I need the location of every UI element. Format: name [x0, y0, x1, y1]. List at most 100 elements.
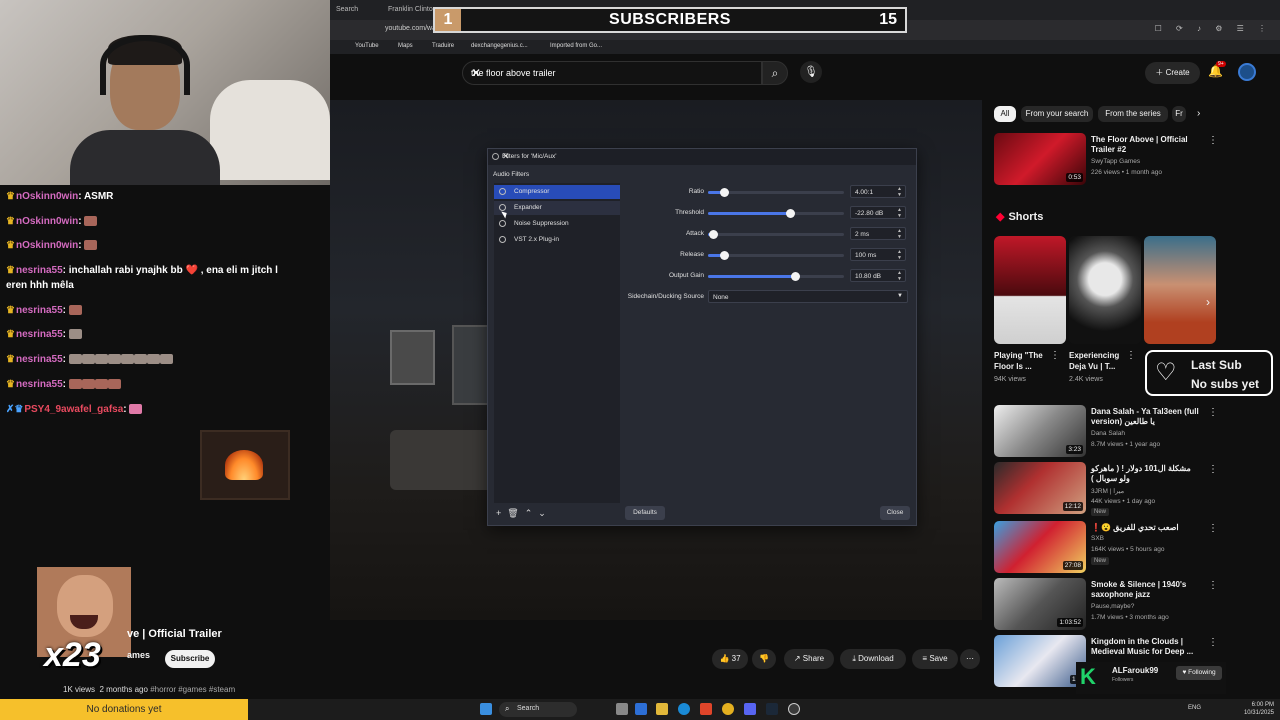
defaults-button[interactable]: Defaults: [625, 506, 665, 520]
spin-arrows-icon[interactable]: ▲ ▼: [897, 270, 902, 282]
dislike-button[interactable]: 👎: [752, 649, 776, 669]
browser-toolbar-icons[interactable]: ☐ ⟳ ♪ ⚙ ☰ ⋮: [1155, 24, 1272, 33]
more-icon[interactable]: ⋮: [1126, 350, 1136, 361]
short-thumbnail-1[interactable]: [994, 236, 1066, 344]
more-icon[interactable]: ⋮: [1050, 350, 1060, 361]
video-thumbnail[interactable]: 1:3: [994, 635, 1086, 687]
tab-franklin[interactable]: Franklin Clinton: [388, 6, 437, 13]
like-button[interactable]: 👍 37: [712, 649, 748, 669]
output-gain-slider[interactable]: [708, 272, 844, 281]
more-actions-button[interactable]: ⋯: [960, 649, 980, 669]
ratio-slider[interactable]: [708, 188, 844, 197]
output-gain-spinbox[interactable]: 10.80 dB ▲ ▼: [850, 269, 906, 282]
more-icon[interactable]: ⋮: [1208, 637, 1218, 648]
system-clock[interactable]: 6:00 PM 10/31/2025: [1244, 701, 1274, 717]
slider-thumb[interactable]: [785, 209, 795, 218]
rec-title[interactable]: The Floor Above | Official Trailer #2: [1091, 135, 1203, 155]
bookmark-maps[interactable]: Maps: [398, 43, 413, 49]
eye-icon[interactable]: [499, 236, 506, 243]
rec-channel[interactable]: Pause,maybe?: [1091, 603, 1134, 610]
rec-channel[interactable]: SXB: [1091, 535, 1104, 542]
recommendation-item[interactable]: 3:23 Dana Salah - Ya Tal3een (full versi…: [994, 405, 1274, 460]
spin-arrows-icon[interactable]: ▲ ▼: [897, 207, 902, 219]
move-up-icon[interactable]: ⌃: [525, 508, 539, 518]
add-filter-icon[interactable]: +: [496, 508, 507, 518]
eye-icon[interactable]: [499, 188, 506, 195]
obs-taskbar-icon[interactable]: [788, 703, 800, 715]
bookmark-traduire[interactable]: Traduire: [432, 43, 454, 49]
slider-thumb[interactable]: [709, 230, 719, 239]
sidechain-select[interactable]: None ▼: [708, 290, 908, 303]
delete-filter-icon[interactable]: 🗑: [507, 508, 524, 518]
bookmark-imported[interactable]: Imported from Go...: [550, 43, 602, 49]
chip-from-search[interactable]: From your search: [1021, 106, 1093, 122]
spin-arrows-icon[interactable]: ▲ ▼: [897, 249, 902, 261]
tab-search[interactable]: Search: [336, 6, 358, 13]
video-thumbnail[interactable]: 1:03:52: [994, 578, 1086, 630]
rec-channel[interactable]: SwyTapp Games: [1091, 158, 1140, 165]
bookmark-youtube[interactable]: YouTube: [355, 43, 379, 49]
download-button[interactable]: ⤓ Download: [840, 649, 906, 669]
save-button[interactable]: ≡ Save: [912, 649, 958, 669]
rec-title[interactable]: ❗😮 اصعب تحدي للفريق: [1091, 523, 1203, 533]
attack-slider[interactable]: [708, 230, 844, 239]
chevron-right-icon[interactable]: ›: [1197, 108, 1200, 119]
clear-search-icon[interactable]: ✕: [471, 66, 755, 80]
file-explorer-icon[interactable]: [656, 703, 668, 715]
slider-thumb[interactable]: [791, 272, 801, 281]
filter-item-vst[interactable]: VST 2.x Plug-in: [494, 233, 620, 247]
recommendation-item[interactable]: 12:12 مشكلة ال101 دولار ! ( ماهركو ولو س…: [994, 462, 1274, 517]
rec-title[interactable]: Smoke & Silence | 1940's saxophone jazz: [1091, 580, 1203, 600]
spin-arrows-icon[interactable]: ▲ ▼: [897, 186, 902, 198]
filter-item-expander[interactable]: Expander: [494, 201, 620, 215]
notifications-button[interactable]: 🔔 9+: [1208, 61, 1226, 78]
recommendation-item[interactable]: 27:08 ❗😮 اصعب تحدي للفريق SXB 164K views…: [994, 521, 1274, 576]
release-slider[interactable]: [708, 251, 844, 260]
close-button[interactable]: Close: [880, 506, 910, 520]
video-thumbnail[interactable]: 27:08: [994, 521, 1086, 573]
short-thumbnail-3[interactable]: [1144, 236, 1216, 344]
threshold-slider[interactable]: [708, 209, 844, 218]
video-thumbnail[interactable]: 3:23: [994, 405, 1086, 457]
windows-start-icon[interactable]: [480, 703, 492, 715]
more-icon[interactable]: ⋮: [1208, 407, 1218, 418]
chip-more[interactable]: Fr: [1172, 106, 1186, 122]
more-icon[interactable]: ⋮: [1208, 135, 1218, 146]
copilot-icon[interactable]: [635, 703, 647, 715]
chip-all[interactable]: All: [994, 106, 1016, 122]
eye-icon[interactable]: [499, 220, 506, 227]
following-button[interactable]: ♥ Following: [1176, 666, 1222, 680]
brave-icon[interactable]: [700, 703, 712, 715]
spin-arrows-icon[interactable]: ▲ ▼: [897, 228, 902, 240]
bookmark-dexchange[interactable]: dexchangegenius.c...: [471, 43, 528, 49]
recommendation-item[interactable]: 0:53 The Floor Above | Official Trailer …: [994, 133, 1274, 188]
steam-icon[interactable]: [766, 703, 778, 715]
subscribe-button[interactable]: Subscribe: [165, 650, 215, 668]
slider-thumb[interactable]: [720, 251, 730, 260]
edge-icon[interactable]: [678, 703, 690, 715]
rec-channel[interactable]: 3JRM | ميرا: [1091, 487, 1124, 495]
more-icon[interactable]: ⋮: [1208, 464, 1218, 475]
more-icon[interactable]: ⋮: [1208, 580, 1218, 591]
search-input[interactable]: the floor above trailer ✕: [462, 61, 762, 85]
short-thumbnail-2[interactable]: [1069, 236, 1141, 344]
voice-search-button[interactable]: 🎙: [800, 61, 822, 83]
rec-title[interactable]: Kingdom in the Clouds | Medieval Music f…: [1091, 637, 1203, 657]
share-button[interactable]: ↗ Share: [784, 649, 834, 669]
video-thumbnail[interactable]: 12:12: [994, 462, 1086, 514]
slider-thumb[interactable]: [720, 188, 730, 197]
search-button[interactable]: ⌕: [762, 61, 788, 85]
task-view-icon[interactable]: [616, 703, 628, 715]
threshold-spinbox[interactable]: -22.80 dB ▲ ▼: [850, 206, 906, 219]
account-avatar[interactable]: [1238, 63, 1256, 81]
taskbar-search[interactable]: ⌕ Search: [499, 702, 577, 717]
recommendation-item[interactable]: 1:03:52 Smoke & Silence | 1940's saxopho…: [994, 578, 1274, 633]
filter-item-noise-suppression[interactable]: Noise Suppression: [494, 217, 620, 231]
channel-name[interactable]: ames: [127, 650, 150, 660]
create-button[interactable]: ＋ Create: [1145, 62, 1200, 84]
filter-item-compressor[interactable]: Compressor: [494, 185, 620, 199]
shorts-next-icon[interactable]: ›: [1206, 295, 1210, 309]
video-tags[interactable]: #horror #games #steam: [150, 685, 235, 694]
close-icon[interactable]: ✕: [502, 151, 912, 162]
language-indicator[interactable]: ENG: [1188, 705, 1201, 711]
